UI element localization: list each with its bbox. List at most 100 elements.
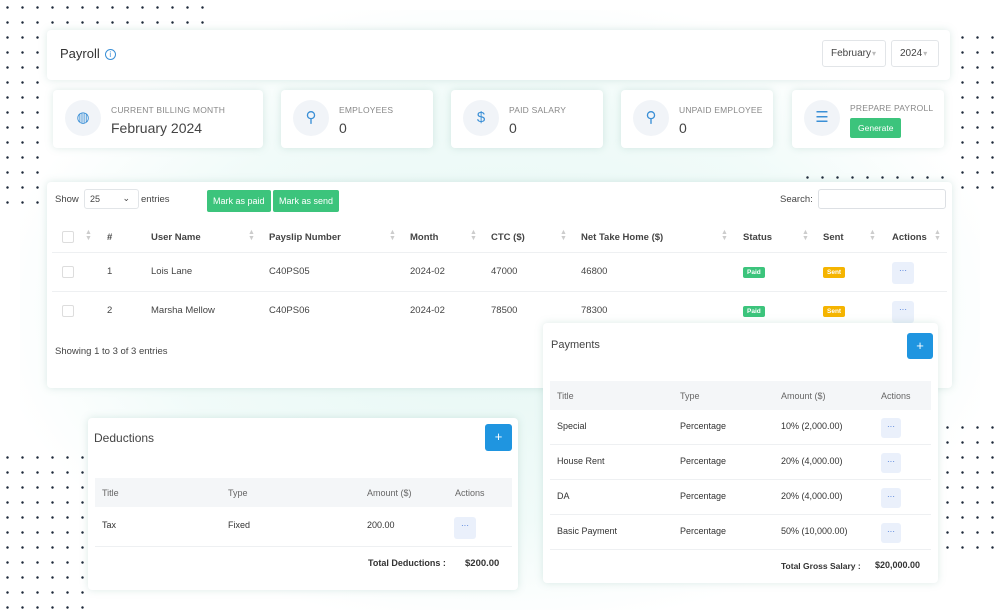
- month: 2024-02: [410, 305, 445, 316]
- payments-table-header: Title Type Amount ($) Actions: [550, 381, 931, 410]
- payment-type: Percentage: [680, 456, 726, 466]
- payment-row: Special Percentage 10% (2,000.00) ···: [550, 410, 931, 445]
- mark-as-paid-button[interactable]: Mark as paid: [207, 190, 271, 212]
- actions-button[interactable]: ···: [881, 418, 901, 438]
- column-header-amount: Amount ($): [367, 488, 412, 498]
- deduction-type: Fixed: [228, 520, 250, 530]
- payments-card: Payments + Title Type Amount ($) Actions…: [543, 323, 938, 583]
- column-header-month[interactable]: Month: [410, 232, 439, 243]
- status-badge: Paid: [743, 267, 765, 278]
- dollar-icon: $: [463, 100, 499, 136]
- column-header-sent[interactable]: Sent: [823, 232, 844, 243]
- info-icon[interactable]: i: [105, 49, 116, 60]
- payment-type: Percentage: [680, 491, 726, 501]
- select-all-checkbox[interactable]: [62, 231, 74, 243]
- dot-pattern: [940, 420, 1000, 560]
- actions-button[interactable]: ···: [881, 453, 901, 473]
- actions-button[interactable]: ···: [892, 262, 914, 284]
- column-header-ctc[interactable]: CTC ($): [491, 232, 525, 243]
- column-header-status[interactable]: Status: [743, 232, 772, 243]
- payment-type: Percentage: [680, 421, 726, 431]
- stat-employees: ⚲ EMPLOYEES 0: [281, 90, 433, 148]
- entries-value: 25: [90, 194, 100, 204]
- stat-label: PREPARE PAYROLL: [850, 103, 933, 113]
- dot-pattern: [955, 30, 1000, 190]
- ctc: 78500: [491, 305, 517, 316]
- entries-label: entries: [141, 194, 170, 205]
- sort-icon[interactable]: ▲▼: [721, 230, 728, 242]
- stat-label: EMPLOYEES: [339, 105, 393, 115]
- stat-value: 0: [339, 120, 347, 136]
- search-label: Search:: [780, 194, 813, 205]
- stat-label: UNPAID EMPLOYEE: [679, 105, 763, 115]
- row-number: 2: [107, 305, 112, 316]
- sort-icon[interactable]: ▲▼: [85, 230, 92, 242]
- column-header-actions[interactable]: Actions: [892, 232, 927, 243]
- globe-icon: ◍: [65, 100, 101, 136]
- page-title-text: Payroll: [60, 46, 100, 61]
- generate-button[interactable]: Generate: [850, 118, 901, 138]
- year-select[interactable]: 2024: [891, 40, 939, 67]
- actions-button[interactable]: ···: [881, 488, 901, 508]
- sort-icon[interactable]: ▲▼: [560, 230, 567, 242]
- table-info: Showing 1 to 3 of 3 entries: [55, 346, 168, 357]
- dot-pattern: [0, 450, 90, 614]
- column-header-number[interactable]: #: [107, 232, 112, 243]
- search-input[interactable]: [818, 189, 946, 209]
- column-header-user-name[interactable]: User Name: [151, 232, 201, 243]
- sort-icon[interactable]: ▲▼: [934, 230, 941, 242]
- stat-value: February 2024: [111, 120, 202, 136]
- sort-icon[interactable]: ▲▼: [248, 230, 255, 242]
- mark-as-send-button[interactable]: Mark as send: [273, 190, 339, 212]
- month: 2024-02: [410, 266, 445, 277]
- add-payment-button[interactable]: +: [907, 333, 933, 359]
- stat-label: PAID SALARY: [509, 105, 566, 115]
- payroll-header: Payroll i February 2024: [47, 30, 950, 80]
- column-header-actions: Actions: [455, 488, 485, 498]
- actions-button[interactable]: ···: [892, 301, 914, 323]
- actions-button[interactable]: ···: [454, 517, 476, 539]
- deduction-amount: 200.00: [367, 520, 395, 530]
- sort-icon[interactable]: ▲▼: [869, 230, 876, 242]
- deductions-table-header: Title Type Amount ($) Actions: [95, 478, 512, 507]
- payment-amount: 20% (4,000.00): [781, 456, 843, 466]
- row-checkbox[interactable]: [62, 266, 74, 278]
- row-number: 1: [107, 266, 112, 277]
- actions-button[interactable]: ···: [881, 523, 901, 543]
- stat-billing-month: ◍ CURRENT BILLING MONTH February 2024: [53, 90, 263, 148]
- payment-row: House Rent Percentage 20% (4,000.00) ···: [550, 445, 931, 480]
- add-deduction-button[interactable]: +: [485, 424, 512, 451]
- column-header-title: Title: [557, 391, 574, 401]
- payment-amount: 50% (10,000.00): [781, 526, 848, 536]
- payment-title: Basic Payment: [557, 526, 617, 536]
- column-header-type: Type: [228, 488, 248, 498]
- stat-paid-salary: $ PAID SALARY 0: [451, 90, 603, 148]
- stat-label: CURRENT BILLING MONTH: [111, 105, 225, 115]
- show-label: Show: [55, 194, 79, 205]
- deductions-card: Deductions + Title Type Amount ($) Actio…: [88, 418, 518, 590]
- column-header-net[interactable]: Net Take Home ($): [581, 232, 663, 243]
- table-row: 1 Lois Lane C40PS05 2024-02 47000 46800 …: [52, 252, 947, 290]
- payment-amount: 10% (2,000.00): [781, 421, 843, 431]
- column-header-payslip[interactable]: Payslip Number: [269, 232, 341, 243]
- total-deductions-value: $200.00: [465, 558, 499, 569]
- sent-badge: Sent: [823, 267, 845, 278]
- page-title: Payroll i: [60, 46, 116, 61]
- ctc: 47000: [491, 266, 517, 277]
- sort-icon[interactable]: ▲▼: [802, 230, 809, 242]
- payslip-number: C40PS05: [269, 266, 310, 277]
- month-select[interactable]: February: [822, 40, 886, 67]
- payment-title: House Rent: [557, 456, 605, 466]
- stat-value: 0: [509, 120, 517, 136]
- deductions-title: Deductions: [94, 431, 154, 445]
- sort-icon[interactable]: ▲▼: [470, 230, 477, 242]
- column-header-amount: Amount ($): [781, 391, 826, 401]
- payment-row: Basic Payment Percentage 50% (10,000.00)…: [550, 515, 931, 550]
- sort-icon[interactable]: ▲▼: [389, 230, 396, 242]
- entries-select[interactable]: 25 ⌄: [84, 189, 139, 209]
- row-checkbox[interactable]: [62, 305, 74, 317]
- total-gross-salary-label: Total Gross Salary :: [781, 561, 861, 571]
- column-header-type: Type: [680, 391, 700, 401]
- chevron-down-icon: ⌄: [122, 193, 130, 204]
- column-header-actions: Actions: [881, 391, 911, 401]
